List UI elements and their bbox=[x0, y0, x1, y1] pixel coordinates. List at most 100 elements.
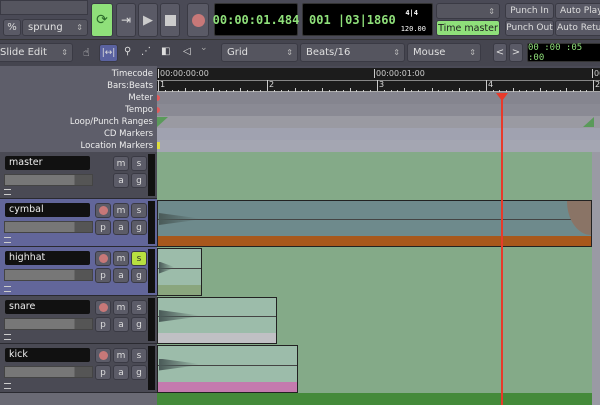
location-markers-ruler[interactable] bbox=[157, 140, 600, 152]
loop-punch-ruler[interactable] bbox=[157, 116, 600, 128]
nudge-back-button[interactable]: < bbox=[493, 43, 507, 62]
chevron-down-icon[interactable]: ⌄ bbox=[200, 43, 208, 53]
menu-icon[interactable] bbox=[4, 334, 11, 340]
solo-button[interactable]: s bbox=[131, 300, 147, 315]
zoom-tool-icon[interactable]: ⚲ bbox=[124, 46, 131, 57]
mute-button[interactable]: m bbox=[113, 156, 129, 171]
audio-region-snare[interactable] bbox=[157, 297, 277, 344]
group-button[interactable]: g bbox=[131, 220, 147, 235]
rec-enable-button[interactable] bbox=[95, 203, 111, 218]
playhead-line[interactable] bbox=[501, 93, 503, 405]
range-icon: |↔| bbox=[101, 48, 116, 58]
rec-enable-button[interactable] bbox=[95, 348, 111, 363]
shuttle-slider[interactable] bbox=[0, 0, 88, 15]
automation-button[interactable]: a bbox=[113, 173, 129, 188]
gain-fader[interactable] bbox=[4, 366, 93, 378]
time-master-button[interactable]: Time master bbox=[436, 20, 500, 36]
track-lane[interactable] bbox=[157, 152, 592, 200]
playlist-button[interactable]: p bbox=[95, 268, 111, 283]
meter-marker[interactable] bbox=[157, 95, 160, 101]
nudge-clock[interactable]: 00 :00 :05 :00 bbox=[527, 43, 600, 63]
solo-button[interactable]: s bbox=[131, 203, 147, 218]
audio-region-cymbal[interactable] bbox=[157, 200, 592, 247]
nudge-forward-button[interactable]: > bbox=[509, 43, 523, 62]
automation-button[interactable]: a bbox=[113, 317, 129, 332]
stop-button[interactable] bbox=[160, 3, 180, 37]
loop-button[interactable]: ⟳ bbox=[91, 3, 113, 37]
primary-clock[interactable]: 00:00:01.484 bbox=[213, 3, 299, 36]
solo-button[interactable]: s bbox=[131, 348, 147, 363]
goto-end-button[interactable]: ⇥ bbox=[116, 3, 136, 37]
vertical-scrollbar[interactable] bbox=[592, 152, 600, 405]
rec-enable-button[interactable] bbox=[95, 300, 111, 315]
track-name-field[interactable]: kick bbox=[5, 348, 90, 362]
solo-button[interactable]: s bbox=[131, 251, 147, 266]
track-name-field[interactable]: highhat bbox=[5, 251, 90, 265]
loop-end-marker[interactable] bbox=[583, 117, 594, 127]
audio-region-kick[interactable] bbox=[157, 345, 298, 393]
playlist-button[interactable]: p bbox=[95, 317, 111, 332]
range-tool-button[interactable]: |↔| bbox=[99, 44, 118, 62]
secondary-clock[interactable]: 001 |03|1860 4|4 120.00 bbox=[302, 3, 433, 36]
auto-return-button[interactable]: Auto Return bbox=[555, 20, 600, 36]
automation-button[interactable]: a bbox=[113, 365, 129, 380]
grid-unit-dropdown[interactable]: Beats/16 ⇕ bbox=[300, 43, 405, 62]
tempo-marker[interactable] bbox=[157, 107, 160, 113]
edit-mode-dropdown[interactable]: Slide Edit ⇕ bbox=[0, 43, 73, 62]
sync-dropdown[interactable]: ⇕ bbox=[436, 3, 500, 19]
gain-fader[interactable] bbox=[4, 318, 93, 330]
mute-button[interactable]: m bbox=[113, 348, 129, 363]
automation-button[interactable]: a bbox=[113, 268, 129, 283]
stretch-tool-icon[interactable]: ◧ bbox=[161, 46, 170, 57]
audio-region-highhat[interactable] bbox=[157, 248, 202, 296]
cd-markers-ruler[interactable] bbox=[157, 128, 600, 140]
group-button[interactable]: g bbox=[131, 317, 147, 332]
menu-icon[interactable] bbox=[4, 286, 11, 292]
mute-button[interactable]: m bbox=[113, 203, 129, 218]
track-header-snare[interactable]: snare m s p a g bbox=[0, 296, 157, 344]
play-button[interactable]: ▶ bbox=[138, 3, 158, 37]
grab-tool-icon[interactable]: ☝ bbox=[83, 46, 90, 59]
track-name-field[interactable]: cymbal bbox=[5, 203, 90, 217]
solo-button[interactable]: s bbox=[131, 156, 147, 171]
track-name-field[interactable]: snare bbox=[5, 300, 90, 314]
track-lane[interactable] bbox=[157, 247, 592, 297]
group-button[interactable]: g bbox=[131, 173, 147, 188]
tempo-ruler[interactable] bbox=[157, 104, 600, 116]
playlist-button[interactable]: p bbox=[95, 365, 111, 380]
gain-fader[interactable] bbox=[4, 174, 93, 186]
rec-enable-button[interactable] bbox=[95, 251, 111, 266]
grid-type-dropdown[interactable]: Grid ⇕ bbox=[221, 43, 298, 62]
audition-tool-icon[interactable]: ◁ bbox=[183, 46, 191, 57]
record-icon bbox=[98, 303, 108, 312]
group-button[interactable]: g bbox=[131, 365, 147, 380]
menu-icon[interactable] bbox=[4, 237, 11, 243]
draw-tool-icon[interactable]: ⋰ bbox=[141, 46, 151, 57]
bars-beats-ruler[interactable]: 1 2 3 4 2 bbox=[157, 80, 600, 92]
playlist-button[interactable]: p bbox=[95, 220, 111, 235]
punch-in-button[interactable]: Punch In bbox=[505, 3, 554, 19]
gain-fader[interactable] bbox=[4, 269, 93, 281]
edit-point-dropdown[interactable]: Mouse ⇕ bbox=[407, 43, 481, 62]
track-name-field[interactable]: master bbox=[5, 156, 90, 170]
mute-button[interactable]: m bbox=[113, 300, 129, 315]
record-button[interactable] bbox=[187, 3, 209, 37]
gain-fader[interactable] bbox=[4, 221, 93, 233]
percent-button[interactable]: % bbox=[3, 19, 21, 36]
track-header-highhat[interactable]: highhat m s p a g bbox=[0, 247, 157, 296]
auto-play-button[interactable]: Auto Play bbox=[555, 3, 600, 19]
chevron-updown-icon: ⇕ bbox=[76, 23, 83, 32]
mute-button[interactable]: m bbox=[113, 251, 129, 266]
track-header-cymbal[interactable]: cymbal m s p a g bbox=[0, 199, 157, 247]
loop-start-marker[interactable] bbox=[157, 117, 168, 127]
track-header-kick[interactable]: kick m s p a g bbox=[0, 344, 157, 393]
track-header-master[interactable]: master m s a g bbox=[0, 152, 157, 199]
punch-out-button[interactable]: Punch Out bbox=[505, 20, 554, 36]
location-marker[interactable] bbox=[157, 142, 160, 149]
menu-icon[interactable] bbox=[4, 189, 11, 195]
shuttle-mode-dropdown[interactable]: sprung ⇕ bbox=[22, 19, 88, 36]
group-button[interactable]: g bbox=[131, 268, 147, 283]
meter-ruler[interactable] bbox=[157, 92, 600, 104]
automation-button[interactable]: a bbox=[113, 220, 129, 235]
menu-icon[interactable] bbox=[4, 383, 11, 389]
